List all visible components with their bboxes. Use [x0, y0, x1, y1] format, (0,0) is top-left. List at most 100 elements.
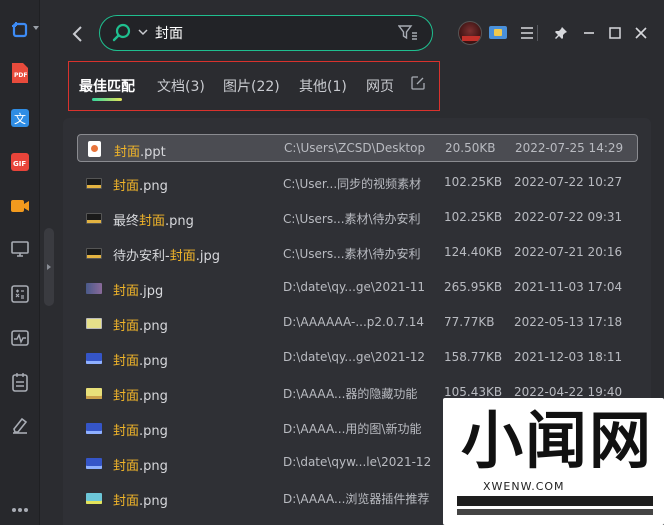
- membership-badge-icon[interactable]: [489, 26, 507, 39]
- result-row[interactable]: 封面.ppt C:\Users\ZCSD\Desktop 20.50KB 2022-0…: [77, 134, 638, 162]
- watermark-url: XWENW.COM: [483, 480, 565, 493]
- file-path: D:\date\qy...ge\2021-11: [283, 280, 426, 294]
- file-name-match: 封面: [113, 494, 140, 509]
- image-thumbnail-icon: [86, 318, 102, 329]
- file-date: 2022-07-25 14:29: [515, 141, 624, 155]
- result-row[interactable]: 最终封面.png C:\Users...素材\待办安利 102.25KB 2022-0…: [77, 204, 638, 232]
- tab-documents[interactable]: 文档(3): [157, 76, 205, 96]
- file-date: 2022-07-21 20:16: [514, 245, 623, 259]
- filter-icon[interactable]: [398, 25, 418, 41]
- ppt-file-icon: [88, 141, 101, 157]
- translate-icon[interactable]: 文: [8, 106, 32, 130]
- svg-text:PDF: PDF: [14, 72, 27, 79]
- menu-icon[interactable]: [517, 23, 537, 43]
- more-icon[interactable]: [8, 503, 32, 517]
- file-name: 封面.png: [113, 385, 168, 404]
- file-size: 77.77KB: [444, 315, 495, 329]
- file-path: C:\Users...素材\待办安利: [283, 212, 421, 226]
- file-name-prefix: 待办安利-: [113, 249, 170, 264]
- file-name: 封面.png: [113, 175, 168, 194]
- file-date: 2022-07-22 10:27: [514, 175, 623, 189]
- file-date: 2022-07-22 09:31: [514, 210, 623, 224]
- image-thumbnail-icon: [86, 458, 102, 469]
- search-input[interactable]: [155, 22, 385, 44]
- file-name-suffix: .png: [139, 354, 168, 369]
- toolbar-divider: [537, 25, 538, 41]
- tab-other[interactable]: 其他(1): [299, 76, 347, 96]
- file-name-match: 封面: [113, 354, 140, 369]
- search-box[interactable]: [99, 15, 433, 51]
- file-size: 158.77KB: [444, 350, 503, 364]
- file-path: D:\AAAA...用的图\新功能: [283, 422, 422, 436]
- pdf-icon[interactable]: PDF: [8, 61, 32, 85]
- file-size: 102.25KB: [444, 175, 503, 189]
- image-thumbnail-icon: [86, 213, 102, 224]
- file-name: 封面.png: [113, 315, 168, 334]
- eraser-icon[interactable]: [8, 413, 32, 437]
- image-thumbnail-icon: [86, 493, 102, 504]
- pin-icon[interactable]: [551, 23, 571, 43]
- file-path: C:\Users\ZCSD\Desktop: [284, 141, 426, 155]
- notes-icon[interactable]: [8, 370, 32, 394]
- file-path: D:\AAAA...浏览器插件推荐: [283, 492, 430, 506]
- back-button[interactable]: [70, 24, 86, 44]
- image-thumbnail-icon: [86, 248, 102, 259]
- result-row[interactable]: 封面.jpg D:\date\qy...ge\2021-11 265.95KB 202…: [77, 274, 638, 302]
- minimize-icon[interactable]: [579, 23, 599, 43]
- file-name-suffix: .ppt: [140, 145, 166, 160]
- svg-text:GIF: GIF: [13, 160, 26, 168]
- file-name: 封面.png: [113, 420, 168, 439]
- file-size: 20.50KB: [445, 141, 496, 155]
- crop-dropdown-icon[interactable]: [33, 26, 39, 30]
- image-thumbnail-icon: [86, 353, 102, 364]
- maximize-icon[interactable]: [605, 23, 625, 43]
- file-name-match: 封面: [113, 459, 140, 474]
- watermark-bar: [457, 496, 653, 506]
- tab-best-match[interactable]: 最佳匹配: [79, 76, 135, 96]
- file-name: 待办安利-封面.jpg: [113, 245, 220, 264]
- tab-images[interactable]: 图片(22): [223, 76, 280, 96]
- file-name-match: 封面: [169, 249, 196, 264]
- video-icon[interactable]: [8, 194, 32, 218]
- sidebar-collapse-handle[interactable]: [44, 228, 54, 306]
- chevron-down-icon[interactable]: [138, 29, 148, 36]
- file-path: C:\Users...素材\待办安利: [283, 247, 421, 261]
- file-size: 265.95KB: [444, 280, 503, 294]
- file-date: 2021-12-03 18:11: [514, 350, 623, 364]
- file-name: 最终封面.png: [113, 210, 194, 229]
- file-size: 105.43KB: [444, 385, 503, 399]
- result-row[interactable]: 封面.png D:\date\qy...ge\2021-12 158.77KB 202…: [77, 344, 638, 372]
- file-name-match: 封面: [113, 319, 140, 334]
- file-date: 2022-04-22 19:40: [514, 385, 623, 399]
- close-icon[interactable]: [631, 23, 651, 43]
- file-name-suffix: .png: [139, 424, 168, 439]
- avatar[interactable]: [458, 21, 482, 45]
- file-name-suffix: .png: [139, 389, 168, 404]
- file-name-match: 封面: [113, 389, 140, 404]
- file-name-match: 封面: [114, 145, 141, 160]
- crop-icon[interactable]: [8, 18, 32, 42]
- watermark-logo: 小闻网 XWENW.COM: [443, 398, 664, 525]
- tool-rail: PDF 文 GIF: [0, 0, 40, 525]
- edit-tabs-icon[interactable]: [411, 76, 425, 90]
- result-row[interactable]: 封面.png C:\User...同步的视频素材 102.25KB 2022-07-2…: [77, 169, 638, 197]
- file-name: 封面.png: [113, 455, 168, 474]
- calculator-icon[interactable]: [8, 282, 32, 306]
- gif-icon[interactable]: GIF: [8, 150, 32, 174]
- file-path: C:\User...同步的视频素材: [283, 177, 422, 191]
- chevron-left-icon: [72, 26, 82, 42]
- file-path: D:\AAAA...器的隐藏功能: [283, 387, 418, 401]
- result-row[interactable]: 封面.png D:\AAAAAA-...p2.0.7.14 77.77KB 2022-…: [77, 309, 638, 337]
- result-row[interactable]: 待办安利-封面.jpg C:\Users...素材\待办安利 124.40KB 202…: [77, 239, 638, 267]
- file-name: 封面.png: [113, 490, 168, 509]
- monitor-icon[interactable]: [8, 237, 32, 261]
- tab-web[interactable]: 网页: [366, 76, 394, 96]
- activity-icon[interactable]: [8, 326, 32, 350]
- file-name-suffix: .jpg: [195, 249, 220, 264]
- file-name-prefix: 最终: [113, 214, 140, 229]
- file-date: 2022-05-13 17:18: [514, 315, 623, 329]
- file-date: 2021-11-03 17:04: [514, 280, 623, 294]
- result-tabs: 最佳匹配 文档(3) 图片(22) 其他(1) 网页: [68, 61, 440, 111]
- file-name-suffix: .png: [165, 214, 194, 229]
- file-name-match: 封面: [113, 179, 140, 194]
